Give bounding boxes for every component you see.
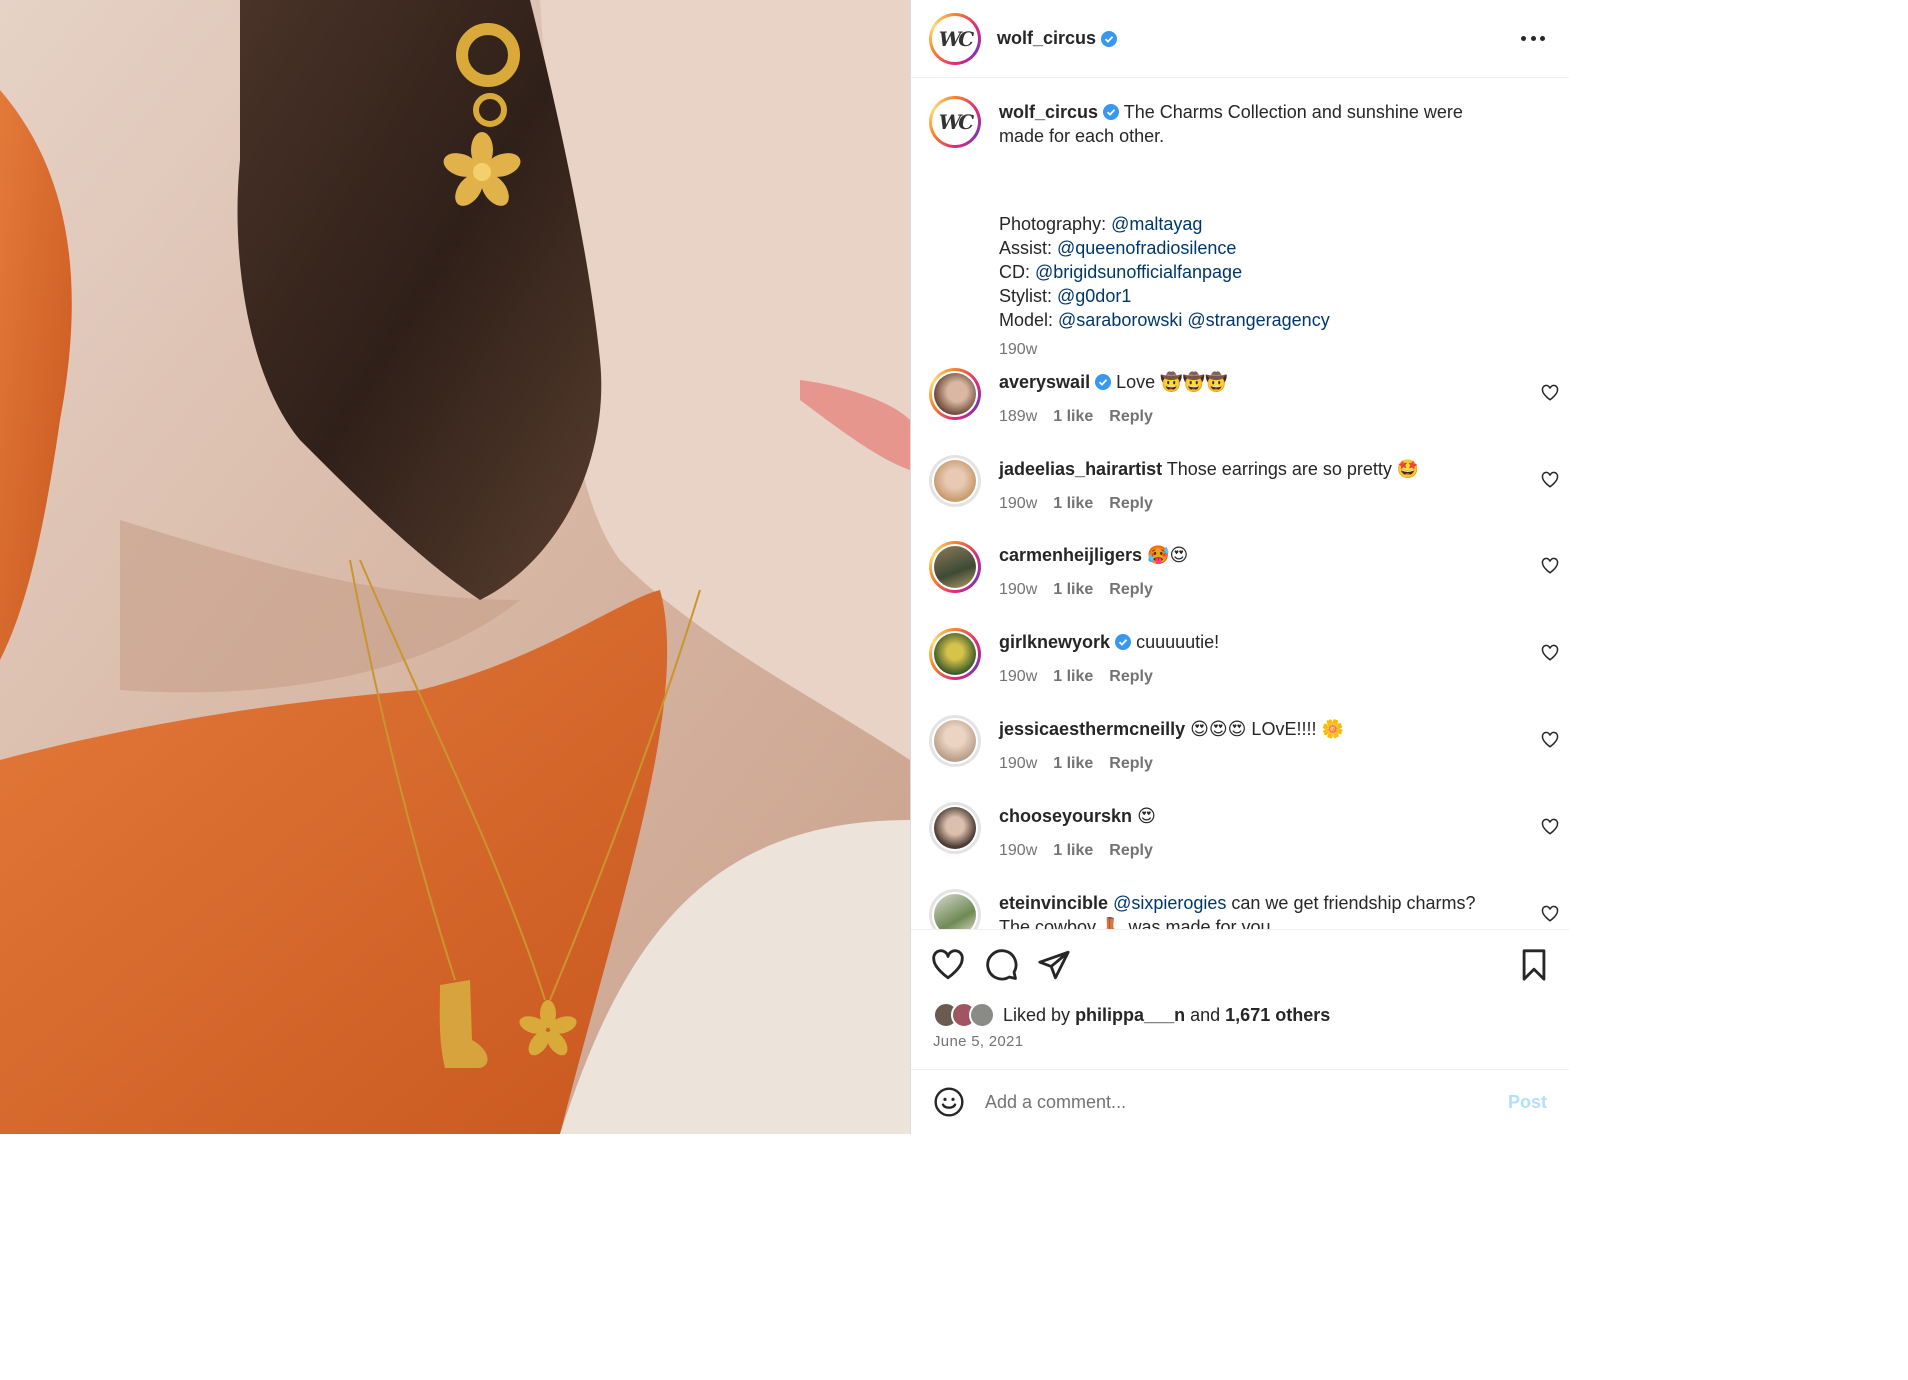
comment-time: 190w [999, 495, 1038, 512]
credit-label: Stylist: [999, 286, 1058, 306]
like-comment-heart-icon[interactable] [1541, 818, 1559, 836]
comment-time: 190w [999, 842, 1038, 859]
post-date: June 5, 2021 [933, 1033, 1024, 1050]
verified-badge-icon [1115, 634, 1132, 650]
wc-logo-icon: WC [934, 101, 976, 143]
comment-avatar[interactable] [929, 802, 981, 854]
wc-logo-icon: WC [934, 17, 976, 60]
comment-time: 189w [999, 408, 1038, 425]
post-header: WC wolf_circus [911, 0, 1569, 78]
comment-time: 190w [999, 581, 1038, 598]
comment-avatar[interactable] [929, 541, 981, 593]
reply-button[interactable]: Reply [1109, 408, 1153, 426]
liked-by-summary: Liked by philippa___n and 1,671 others [933, 1002, 1330, 1028]
comment-likes[interactable]: 1 like [1053, 495, 1093, 513]
reply-button[interactable]: Reply [1109, 755, 1153, 773]
reply-button[interactable]: Reply [1109, 668, 1153, 686]
comment-time: 190w [999, 755, 1038, 772]
author-avatar[interactable]: WC [929, 12, 981, 65]
mention-link[interactable]: @queenofradiosilence [1057, 238, 1236, 258]
credit-label: CD: [999, 262, 1035, 282]
reply-button[interactable]: Reply [1109, 842, 1153, 860]
comments-list[interactable]: WC wolf_circus The Charms Collection and… [911, 78, 1569, 930]
save-bookmark-icon[interactable] [1517, 948, 1551, 982]
credit-label: Assist: [999, 238, 1058, 258]
credit-label: Photography: [999, 214, 1112, 234]
credit-label: Model: [999, 310, 1059, 330]
photo-illustration [0, 0, 910, 1134]
post-comment-button[interactable]: Post [1508, 1092, 1547, 1113]
comment-text: 🥵😍 [1147, 545, 1189, 565]
comment-composer: Post [911, 1070, 1569, 1134]
comment-username[interactable]: girlknewyork [999, 632, 1110, 652]
likes-count-link[interactable]: 1,671 others [1225, 1005, 1330, 1026]
comment-bubble-icon[interactable] [985, 948, 1019, 982]
emoji-picker-icon[interactable] [933, 1086, 965, 1118]
comment-username[interactable]: jadeelias_hairartist [999, 459, 1162, 479]
comment-avatar[interactable] [929, 889, 981, 929]
liker-avatar [969, 1002, 995, 1028]
comment-username[interactable]: jessicaesthermcneilly [999, 719, 1185, 739]
mention-link[interactable]: @g0dor1 [1057, 286, 1131, 306]
caption-text-line2: made for each other. [999, 126, 1165, 146]
caption-username[interactable]: wolf_circus [999, 102, 1098, 122]
like-comment-heart-icon[interactable] [1541, 644, 1559, 662]
liked-by-mid: and [1190, 1004, 1221, 1025]
comment-username[interactable]: chooseyourskn [999, 806, 1132, 826]
verified-badge-icon [1095, 374, 1112, 390]
comment-avatar[interactable] [929, 455, 981, 507]
comment-avatar[interactable] [929, 715, 981, 767]
comment-time: 190w [999, 668, 1038, 685]
mention-link[interactable]: @saraborowski @strangeragency [1058, 310, 1330, 330]
comment-username[interactable]: eteinvincible [999, 893, 1108, 913]
like-comment-heart-icon[interactable] [1541, 471, 1559, 489]
comment-avatar[interactable] [929, 628, 981, 680]
reply-button[interactable]: Reply [1109, 581, 1153, 599]
comment-likes[interactable]: 1 like [1053, 581, 1093, 599]
post-photo[interactable] [0, 0, 910, 1134]
like-comment-heart-icon[interactable] [1541, 384, 1559, 402]
comment-text: cuuuuutie! [1136, 632, 1220, 652]
comment-likes[interactable]: 1 like [1053, 668, 1093, 686]
like-heart-icon[interactable] [931, 948, 965, 982]
comment-username[interactable]: carmenheijligers [999, 545, 1142, 565]
comment-avatar[interactable] [929, 368, 981, 420]
verified-badge-icon [1103, 104, 1120, 120]
reply-button[interactable]: Reply [1109, 495, 1153, 513]
verified-badge-icon [1101, 30, 1118, 47]
comment-likes[interactable]: 1 like [1053, 408, 1093, 426]
comment-text: Those earrings are so pretty 🤩 [1166, 459, 1420, 479]
post-actions: Liked by philippa___n and 1,671 others J… [911, 930, 1569, 1070]
caption-credits: Photography: @maltayag Assist: @queenofr… [999, 212, 1330, 362]
comment-likes[interactable]: 1 like [1053, 755, 1093, 773]
caption-timestamp: 190w [999, 341, 1038, 358]
like-comment-heart-icon[interactable] [1541, 557, 1559, 575]
comment-text: 😍😍😍 LOvE!!!! 🌼 [1190, 719, 1344, 739]
author-username[interactable]: wolf_circus [997, 28, 1096, 49]
mention-link[interactable]: @sixpierogies [1113, 893, 1226, 913]
caption-text-line1: The Charms Collection and sunshine were [1123, 102, 1463, 122]
share-paper-plane-icon[interactable] [1037, 948, 1071, 982]
post-side-panel: WC wolf_circus WC wolf_circus The Charms… [910, 0, 1569, 1134]
liked-by-prefix: Liked by [1003, 1004, 1071, 1025]
comment-likes[interactable]: 1 like [1053, 842, 1093, 860]
like-comment-heart-icon[interactable] [1541, 731, 1559, 749]
mention-link[interactable]: @brigidsunofficialfanpage [1035, 262, 1242, 282]
comment-text: 😍 [1137, 806, 1156, 826]
comment-text-line2: The cowboy 👢 was made for you [999, 917, 1271, 930]
more-options-button[interactable] [1521, 28, 1545, 48]
like-comment-heart-icon[interactable] [1541, 905, 1559, 923]
comment-text: can we get friendship charms? [1231, 893, 1476, 913]
mention-link[interactable]: @maltayag [1111, 214, 1202, 234]
caption-author-avatar[interactable]: WC [929, 96, 981, 148]
comment-username[interactable]: averyswail [999, 372, 1090, 392]
comment-text: Love 🤠🤠🤠 [1116, 372, 1228, 392]
liked-by-user[interactable]: philippa___n [1075, 1005, 1185, 1026]
liker-avatars [933, 1002, 995, 1028]
add-comment-input[interactable] [985, 1091, 1485, 1113]
